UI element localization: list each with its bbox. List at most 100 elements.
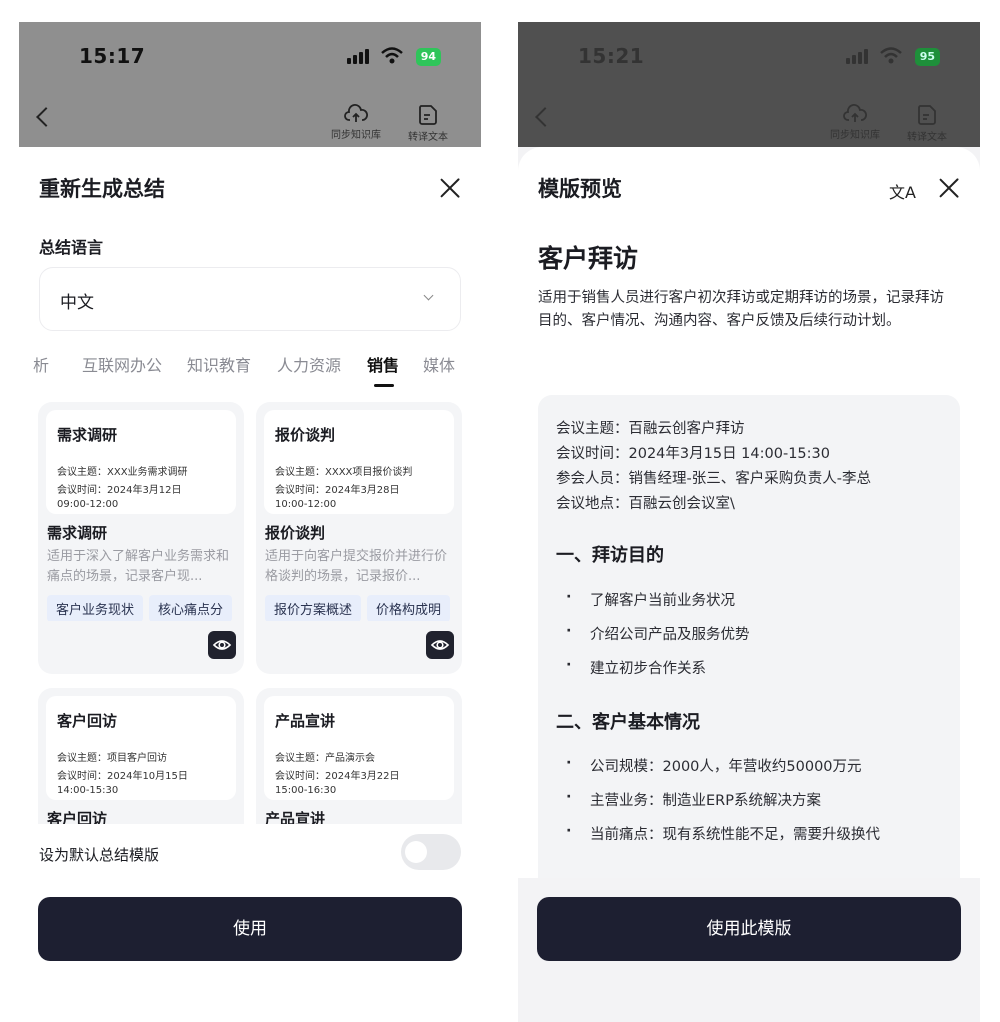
use-template-button[interactable]: 使用此模版	[537, 897, 961, 961]
thumbnail-line: 会议时间：2024年3月28日	[275, 485, 400, 496]
status-time: 15:17	[79, 44, 146, 68]
sheet-title: 重新生成总结	[39, 177, 165, 201]
signal-icon	[846, 48, 870, 64]
active-tab-indicator	[374, 384, 394, 387]
thumbnail-line: 14:00-15:30	[57, 785, 119, 796]
template-card[interactable]: 报价谈判 会议主题：XXXX项目报价谈判 会议时间：2024年3月28日 10:…	[256, 402, 462, 674]
sync-knowledge-button[interactable]: 同步知识库	[321, 104, 391, 141]
tab-category-4[interactable]: 销售	[367, 352, 399, 376]
tab-category-2[interactable]: 知识教育	[187, 352, 251, 376]
template-tag: 核心痛点分	[149, 595, 233, 621]
thumbnail-title: 需求调研	[57, 426, 118, 444]
template-name: 报价谈判	[265, 524, 326, 542]
eye-icon	[430, 640, 450, 650]
thumbnail-line: 会议时间：2024年3月12日	[57, 485, 182, 496]
battery-indicator: 95	[914, 48, 940, 66]
template-card[interactable]: 客户回访 会议主题：项目客户回访 会议时间：2024年10月15日 14:00-…	[38, 688, 244, 824]
back-icon[interactable]	[535, 107, 555, 127]
template-name: 产品宣讲	[265, 810, 326, 824]
preview-scroll-area[interactable]: 客户拜访 适用于销售人员进行客户初次拜访或定期拜访的场景，记录拜访目的、客户情况…	[518, 227, 980, 900]
default-template-label: 设为默认总结模版	[39, 846, 160, 864]
sync-knowledge-label: 同步知识库	[331, 130, 381, 141]
template-grid: 需求调研 会议主题：XXX业务需求调研 会议时间：2024年3月12日 09:0…	[19, 402, 481, 824]
template-description: 适用于深入了解客户业务需求和痛点的场景，记录客户现...	[47, 549, 230, 584]
right-screen: 15:21 95 同步知识库 转译文本 模版预览 文A 客户拜访 适用于销售人员…	[518, 22, 980, 1022]
template-tag: 客户业务现状	[47, 595, 144, 621]
status-bar: 15:17 94 同步知识库 转译文本	[19, 22, 481, 147]
thumbnail-line: 会议主题：XXXX项目报价谈判	[275, 467, 413, 478]
cloud-upload-icon	[843, 104, 867, 122]
tab-category-0[interactable]: 析	[33, 352, 49, 376]
bullet-item: 当前痛点：现有系统性能不足，需要升级换代	[566, 823, 880, 844]
template-tag: 价格构成明	[367, 595, 451, 621]
bullet-text: 当前痛点：现有系统性能不足，需要升级换代	[590, 827, 880, 843]
signal-icon	[347, 48, 371, 64]
left-screen: 15:17 94 同步知识库 转译文本 重新生成总结 总结语言 中文 析 互联网…	[19, 22, 481, 1022]
thumbnail-title: 客户回访	[57, 712, 118, 730]
section-heading: 二、客户基本情况	[556, 712, 700, 733]
thumbnail-line: 会议主题：XXX业务需求调研	[57, 467, 188, 478]
template-thumbnail: 客户回访 会议主题：项目客户回访 会议时间：2024年10月15日 14:00-…	[46, 696, 236, 800]
translate-icon[interactable]: 文A	[889, 179, 916, 203]
sync-knowledge-button[interactable]: 同步知识库	[820, 104, 890, 141]
meta-line: 会议地点：百融云创会议室\	[556, 496, 735, 512]
sync-knowledge-label: 同步知识库	[830, 130, 880, 141]
thumbnail-title: 报价谈判	[275, 426, 336, 444]
use-button[interactable]: 使用	[38, 897, 462, 961]
preview-button[interactable]	[208, 631, 236, 659]
language-value: 中文	[60, 293, 94, 313]
transcribe-label: 转译文本	[907, 132, 947, 143]
tab-category-5[interactable]: 媒体	[423, 352, 455, 376]
thumbnail-line: 10:00-12:00	[275, 499, 337, 510]
bullet-text: 主营业务：制造业ERP系统解决方案	[590, 793, 821, 809]
back-icon[interactable]	[36, 107, 56, 127]
transcribe-button[interactable]: 转译文本	[393, 104, 463, 143]
default-template-toggle[interactable]	[401, 834, 461, 870]
template-thumbnail: 需求调研 会议主题：XXX业务需求调研 会议时间：2024年3月12日 09:0…	[46, 410, 236, 514]
status-bar: 15:21 95 同步知识库 转译文本	[518, 22, 980, 147]
bullet-item: 公司规模：2000人，年营收约50000万元	[566, 755, 862, 776]
template-thumbnail: 产品宣讲 会议主题：产品演示会 会议时间：2024年3月22日 15:00-16…	[264, 696, 454, 800]
wifi-icon	[880, 47, 902, 64]
template-card[interactable]: 需求调研 会议主题：XXX业务需求调研 会议时间：2024年3月12日 09:0…	[38, 402, 244, 674]
section-heading: 一、拜访目的	[556, 545, 664, 566]
preview-button[interactable]	[426, 631, 454, 659]
category-tabs: 析 互联网办公 知识教育 人力资源 销售 媒体	[19, 352, 481, 392]
close-icon[interactable]	[439, 177, 461, 199]
bullet-item: 主营业务：制造业ERP系统解决方案	[566, 789, 821, 810]
template-title: 客户拜访	[538, 244, 639, 273]
template-name: 需求调研	[47, 524, 108, 542]
transcribe-button[interactable]: 转译文本	[892, 104, 962, 143]
bullet-item: 介绍公司产品及服务优势	[566, 623, 750, 644]
template-card[interactable]: 产品宣讲 会议主题：产品演示会 会议时间：2024年3月22日 15:00-16…	[256, 688, 462, 824]
document-icon	[419, 105, 437, 125]
thumbnail-line: 15:00-16:30	[275, 785, 337, 796]
thumbnail-line: 会议主题：项目客户回访	[57, 753, 167, 764]
template-name: 客户回访	[47, 810, 108, 824]
thumbnail-title: 产品宣讲	[275, 712, 336, 730]
cloud-upload-icon	[344, 104, 368, 122]
tab-category-3[interactable]: 人力资源	[277, 352, 341, 376]
thumbnail-line: 会议时间：2024年10月15日	[57, 771, 188, 782]
template-tag: 报价方案概述	[265, 595, 362, 621]
eye-icon	[212, 640, 232, 650]
chevron-down-icon	[423, 290, 434, 301]
toggle-knob	[405, 841, 427, 863]
thumbnail-line: 会议主题：产品演示会	[275, 753, 375, 764]
template-description: 适用于销售人员进行客户初次拜访或定期拜访的场景，记录拜访目的、客户情况、沟通内容…	[538, 290, 944, 329]
close-icon[interactable]	[938, 177, 960, 199]
language-select[interactable]: 中文	[39, 267, 461, 331]
thumbnail-line: 会议时间：2024年3月22日	[275, 771, 400, 782]
bullet-text: 公司规模：2000人，年营收约50000万元	[590, 759, 862, 775]
transcribe-label: 转译文本	[408, 132, 448, 143]
default-template-row: 设为默认总结模版	[19, 824, 481, 882]
bullet-text: 介绍公司产品及服务优势	[590, 627, 750, 643]
tab-category-1[interactable]: 互联网办公	[82, 352, 162, 376]
thumbnail-line: 09:00-12:00	[57, 499, 119, 510]
status-time: 15:21	[578, 44, 645, 68]
battery-indicator: 94	[415, 48, 441, 66]
bullet-text: 建立初步合作关系	[590, 661, 706, 677]
meta-line: 会议时间：2024年3月15日 14:00-15:30	[556, 446, 830, 462]
regenerate-summary-sheet: 重新生成总结 总结语言 中文 析 互联网办公 知识教育 人力资源 销售 媒体 需…	[19, 147, 481, 1022]
template-preview-card: 会议主题：百融云创客户拜访 会议时间：2024年3月15日 14:00-15:3…	[538, 395, 960, 900]
